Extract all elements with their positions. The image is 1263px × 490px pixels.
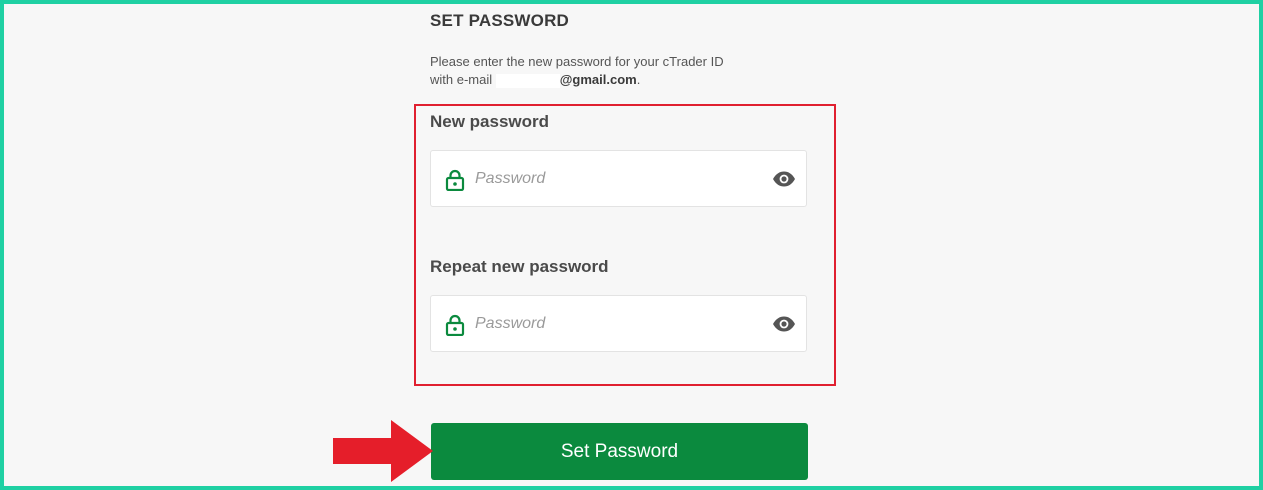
description-line1: Please enter the new password for your c… (430, 54, 724, 69)
repeat-password-field[interactable] (430, 295, 807, 352)
repeat-password-input[interactable] (475, 308, 755, 340)
set-password-button[interactable]: Set Password (431, 423, 808, 480)
email-suffix: . (636, 72, 641, 87)
new-password-input[interactable] (475, 163, 755, 195)
new-password-label: New password (430, 112, 550, 131)
description-prefix: with e-mail (430, 72, 493, 87)
page-title: SET PASSWORD (430, 11, 570, 30)
eye-icon[interactable] (772, 314, 796, 334)
lock-icon (445, 314, 465, 336)
lock-icon (445, 169, 465, 191)
repeat-password-label: Repeat new password (430, 257, 609, 276)
new-password-field[interactable] (430, 150, 807, 207)
arrow-right-icon (333, 420, 433, 482)
email-domain: @gmail.com (559, 72, 637, 87)
redacted-email (495, 73, 560, 88)
page-description: Please enter the new password for your c… (430, 53, 810, 89)
eye-icon[interactable] (772, 169, 796, 189)
